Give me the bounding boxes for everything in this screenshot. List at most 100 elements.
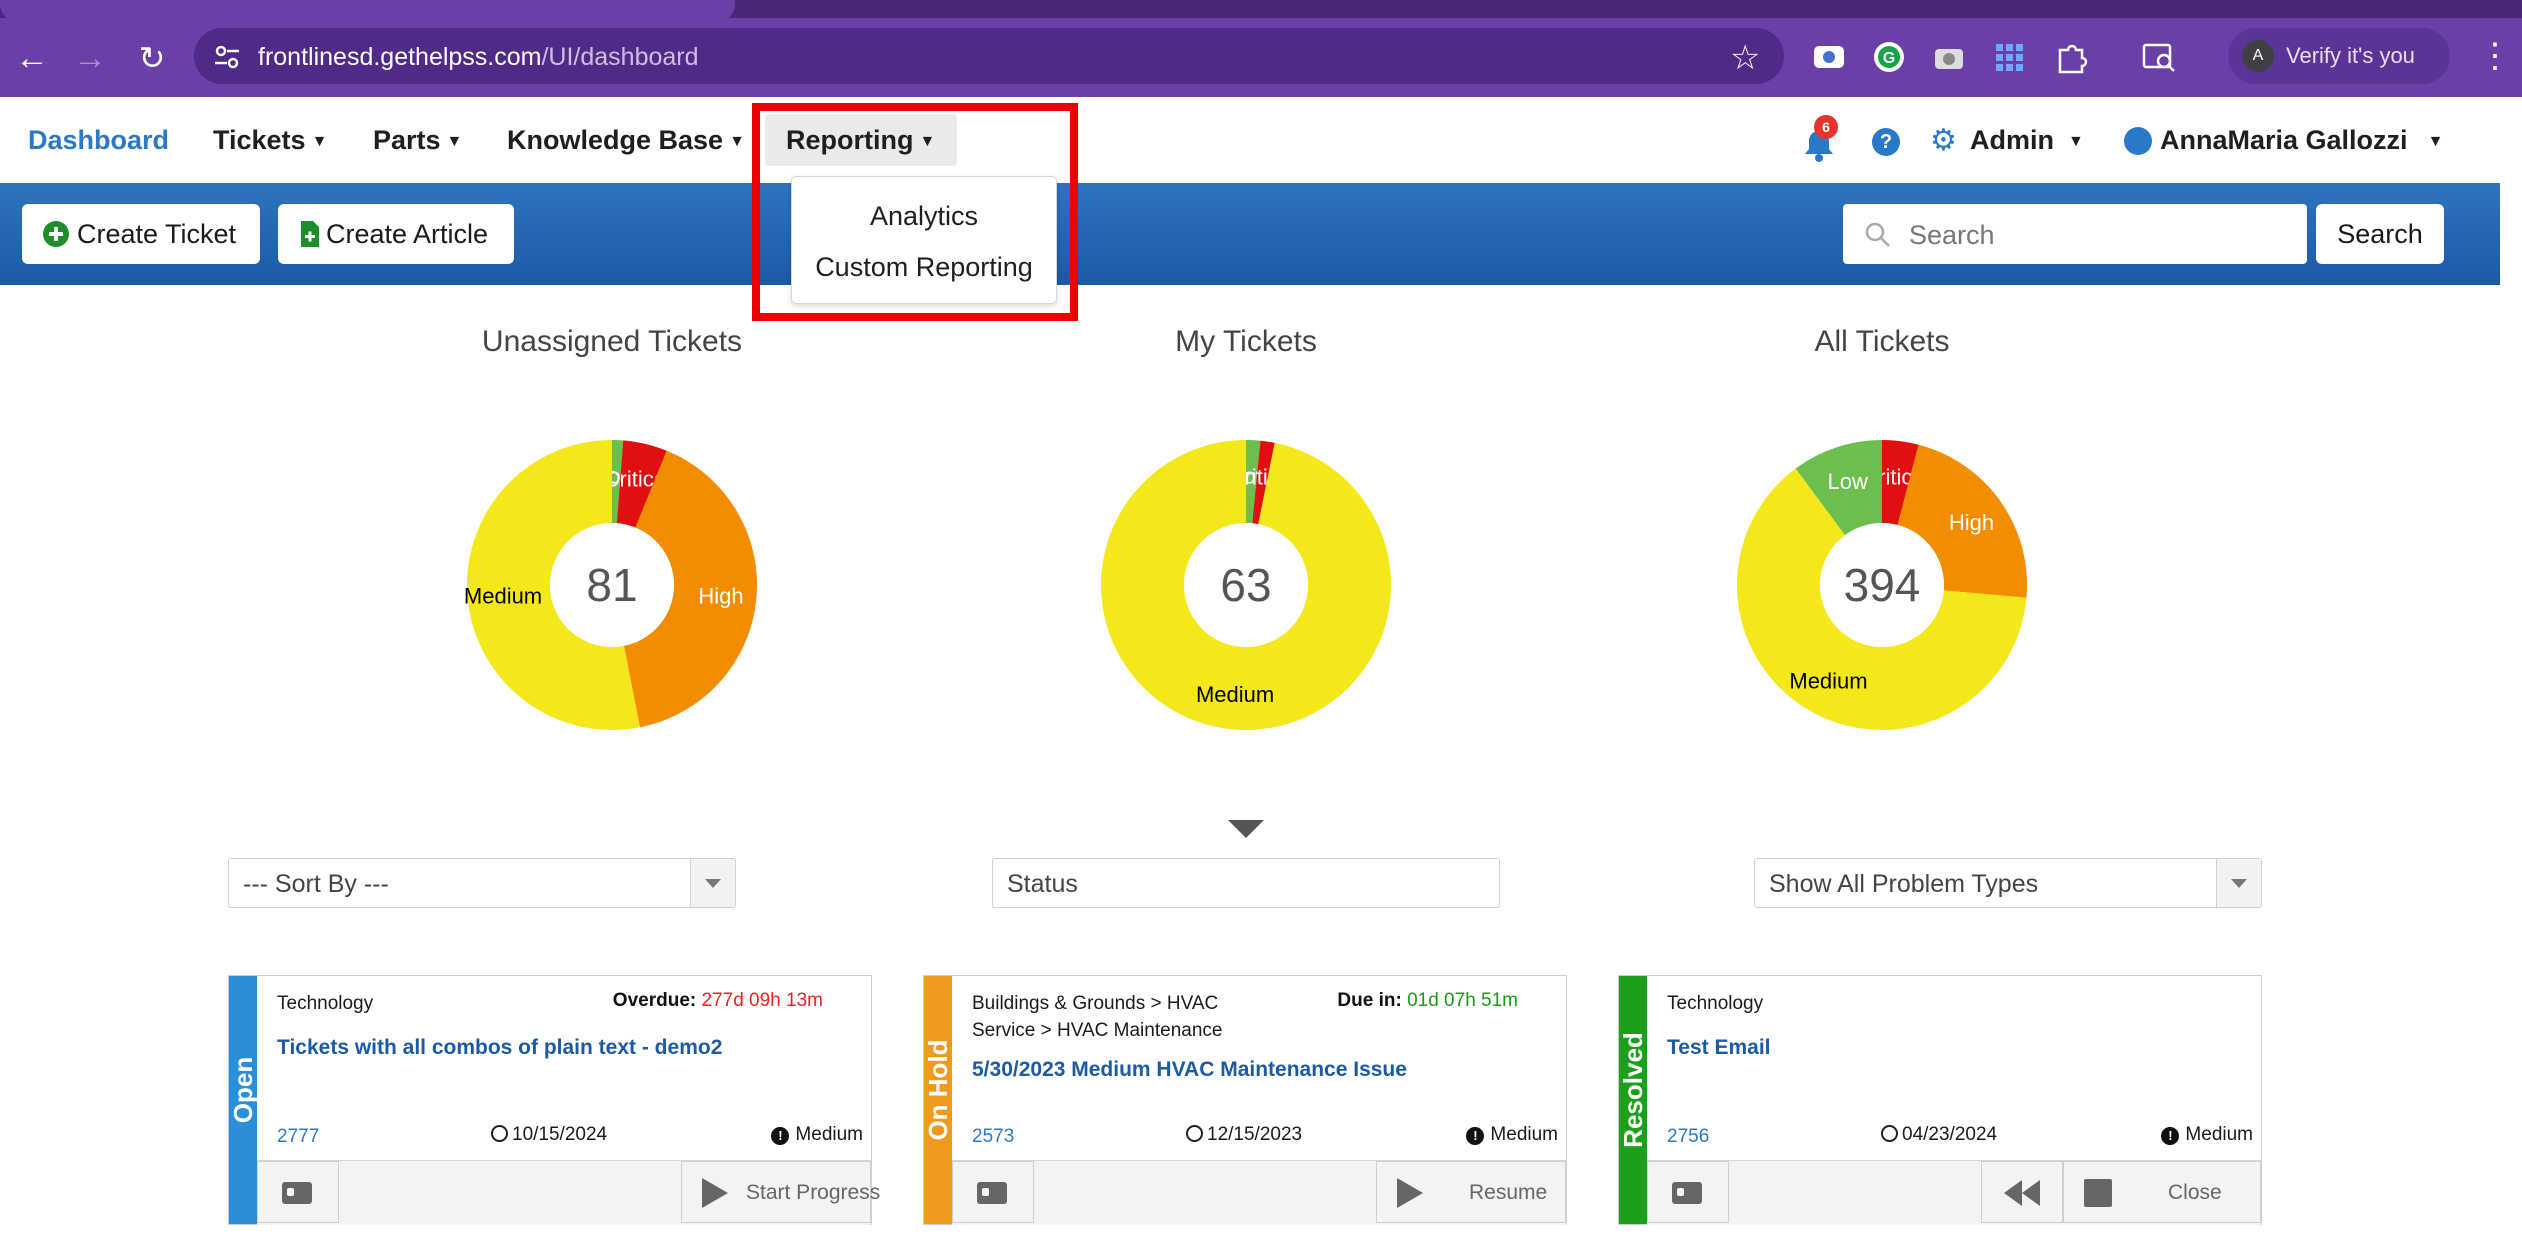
rewind-icon	[2004, 1180, 2040, 1206]
id-card-icon	[1672, 1182, 1702, 1204]
ticket-card[interactable]: On Hold Buildings & Grounds > HVAC Servic…	[923, 975, 1567, 1225]
nav-admin-label: Admin	[1970, 125, 2054, 155]
ticket-card[interactable]: Open Technology Overdue: 277d 09h 13m Ti…	[228, 975, 880, 1225]
nav-parts-label: Parts	[373, 125, 441, 155]
start-progress-button[interactable]: Start Progress	[681, 1161, 880, 1223]
nav-parts[interactable]: Parts ▼	[373, 97, 462, 183]
svg-text:G: G	[1883, 50, 1895, 67]
clock-icon	[1881, 1125, 1898, 1142]
card-footer: Resume	[952, 1160, 1566, 1225]
ticket-due: Due in: 01d 07h 51m	[1337, 990, 1518, 1012]
problem-types-select[interactable]: Show All Problem Types	[1754, 858, 2262, 908]
ticket-id-link[interactable]: 2573	[972, 1126, 1014, 1148]
caret-down-icon: ▼	[311, 132, 328, 150]
app-navbar: Dashboard Tickets ▼ Parts ▼ Knowledge Base…	[0, 97, 2500, 184]
priority-exclamation-icon: !	[771, 1127, 790, 1145]
site-info-icon[interactable]	[210, 40, 244, 74]
play-icon	[702, 1178, 728, 1208]
help-icon[interactable]: ?	[1872, 128, 1900, 156]
search-button[interactable]: Search	[2316, 204, 2444, 264]
search-icon	[1865, 222, 1890, 247]
donut-total: 63	[1220, 559, 1271, 611]
ticket-card[interactable]: Resolved Technology Test Email 2756 04/2…	[1618, 975, 2262, 1225]
status-filter-input[interactable]: Status	[992, 858, 1500, 908]
nav-tickets[interactable]: Tickets ▼	[213, 97, 327, 183]
close-label: Close	[2168, 1181, 2222, 1204]
extensions-puzzle-icon[interactable]	[2052, 38, 2090, 76]
collapse-toggle-icon[interactable]	[1228, 820, 1264, 838]
reopen-button[interactable]	[1981, 1161, 2063, 1223]
ticket-category: Technology	[1667, 993, 1764, 1014]
search-box[interactable]	[1843, 204, 2307, 266]
nav-knowledge-base[interactable]: Knowledge Base ▼	[507, 97, 745, 183]
browser-active-tab[interactable]	[0, 0, 735, 22]
card-footer: Close	[1647, 1160, 2261, 1225]
reload-icon[interactable]: ↻	[132, 38, 172, 78]
ticket-due: Overdue: 277d 09h 13m	[613, 990, 823, 1012]
close-ticket-button[interactable]: Close	[2063, 1161, 2261, 1223]
donut-slice-label: High	[698, 584, 743, 609]
caret-down-icon: ▼	[2427, 132, 2444, 150]
ticket-priority: ! Medium	[1466, 1124, 1558, 1146]
ticket-title-link[interactable]: Tickets with all combos of plain text - …	[277, 1036, 722, 1060]
priority-exclamation-icon: !	[1466, 1127, 1485, 1145]
user-menu[interactable]: AnnaMaria Gallozzi ▼	[2160, 97, 2443, 183]
clock-icon	[1186, 1125, 1203, 1142]
nav-dashboard[interactable]: Dashboard	[28, 97, 169, 183]
nav-admin[interactable]: Admin ▼	[1970, 97, 2084, 183]
contact-card-button[interactable]	[1647, 1161, 1729, 1223]
chevron-down-icon	[705, 879, 721, 888]
create-ticket-button[interactable]: Create Ticket	[22, 204, 260, 264]
url-path: /UI/dashboard	[541, 43, 699, 71]
ticket-priority-value: Medium	[795, 1124, 863, 1145]
ticket-category: Buildings & Grounds > HVAC Service > HVAC…	[972, 990, 1222, 1044]
donut-chart-all-tickets[interactable]: CriticalHighMediumLow394	[1737, 440, 2027, 730]
notifications-button[interactable]: 6	[1796, 115, 1842, 167]
caret-down-icon: ▼	[446, 132, 463, 150]
apps-grid-extension-icon[interactable]	[1990, 38, 2028, 76]
donut-chart-unassigned[interactable]: LowCriticalHighMedium 81	[464, 440, 757, 730]
ticket-priority-value: Medium	[2185, 1124, 2253, 1145]
grammarly-extension-icon[interactable]: G	[1870, 38, 1908, 76]
ticket-date: 04/23/2024	[1881, 1124, 1997, 1146]
id-card-icon	[282, 1182, 312, 1204]
ticket-date: 10/15/2024	[491, 1124, 607, 1146]
contact-card-button[interactable]	[257, 1161, 339, 1223]
url-host: frontlinesd.gethelpss.com	[258, 43, 542, 71]
sort-by-value: --- Sort By ---	[243, 870, 389, 898]
donut-slice-label: Medium	[464, 584, 542, 609]
donut-chart-my-tickets[interactable]: LowCriticalMedium63	[1101, 440, 1391, 730]
sort-by-select[interactable]: --- Sort By ---	[228, 858, 736, 908]
contact-card-button[interactable]	[952, 1161, 1034, 1223]
verify-identity-button[interactable]: A Verify it's you	[2228, 28, 2450, 84]
screen-recorder-extension-icon[interactable]	[1810, 38, 1848, 76]
tab-search-icon[interactable]	[2140, 38, 2178, 76]
ticket-status: Resolved	[1618, 1032, 1648, 1148]
camera-extension-icon[interactable]	[1930, 38, 1968, 76]
status-filter-value: Status	[1007, 870, 1078, 898]
back-arrow-icon[interactable]: ←	[12, 38, 52, 78]
priority-exclamation-icon: !	[2161, 1127, 2180, 1145]
bookmark-star-icon[interactable]: ☆	[1730, 38, 1760, 78]
start-progress-label: Start Progress	[746, 1181, 881, 1204]
resume-button[interactable]: Resume	[1376, 1161, 1566, 1223]
gear-icon[interactable]: ⚙	[1930, 121, 1957, 161]
forward-arrow-icon[interactable]: →	[70, 38, 110, 78]
ticket-title-link[interactable]: Test Email	[1667, 1036, 1770, 1060]
ticket-id-link[interactable]: 2777	[277, 1126, 319, 1148]
search-input[interactable]	[1907, 204, 2301, 266]
ticket-priority: ! Medium	[2161, 1124, 2253, 1146]
donut-slice-label: High	[1949, 510, 1994, 535]
chart-title-my-tickets: My Tickets	[1175, 325, 1317, 358]
caret-down-icon: ▼	[729, 132, 745, 150]
url-text[interactable]: frontlinesd.gethelpss.com/UI/dashboard	[258, 36, 699, 78]
create-article-button[interactable]: Create Article	[278, 204, 514, 264]
ticket-category-line2: Service > HVAC Maintenance	[972, 1020, 1223, 1041]
browser-menu-kebab-icon[interactable]: ⋮	[2478, 36, 2512, 76]
user-name: AnnaMaria Gallozzi	[2160, 125, 2408, 155]
ticket-title-link[interactable]: 5/30/2023 Medium HVAC Maintenance Issue	[972, 1058, 1407, 1082]
due-value: 01d 07h 51m	[1407, 990, 1518, 1011]
ticket-id-link[interactable]: 2756	[1667, 1126, 1709, 1148]
profile-avatar: A	[2242, 40, 2274, 72]
user-circle-icon	[2124, 127, 2152, 155]
